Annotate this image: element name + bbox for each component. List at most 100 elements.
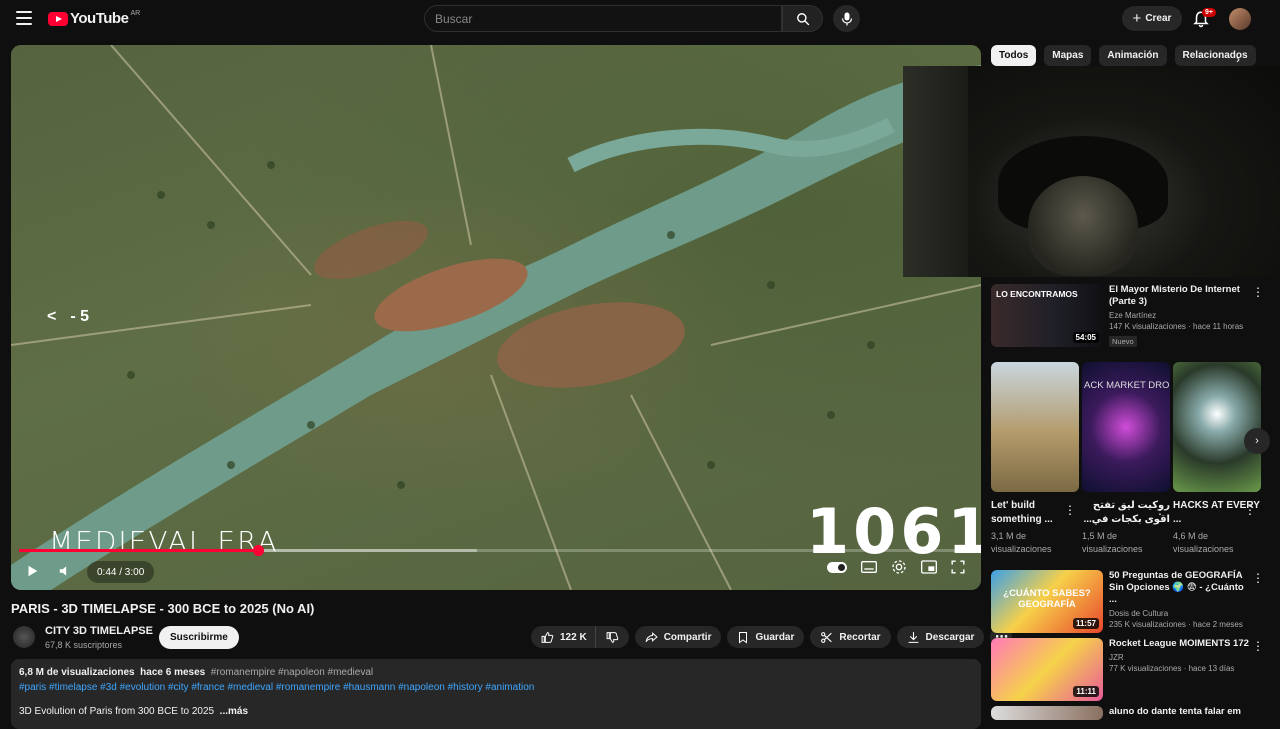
search-button[interactable] bbox=[782, 5, 823, 32]
webcam-overlay bbox=[903, 66, 1280, 277]
miniplayer-icon[interactable] bbox=[921, 560, 937, 574]
settings-gear-icon[interactable] bbox=[891, 559, 907, 575]
short-item[interactable]: HACKS AT EVERY ... 4,6 M de visualizacio… bbox=[1173, 362, 1261, 556]
clip-button[interactable]: Recortar bbox=[810, 626, 891, 648]
video-title: 50 Preguntas de GEOGRAFÍA Sin Opciones 🌍… bbox=[1109, 570, 1244, 605]
video-actions: 122 K Compartir Guardar Recortar Descarg… bbox=[531, 626, 1013, 648]
chevron-right-icon: › bbox=[1255, 435, 1259, 447]
video-duration: 11:57 bbox=[1072, 618, 1099, 629]
autoplay-toggle[interactable] bbox=[827, 561, 847, 573]
thumbnail-text: ¿CUÁNTO SABES? GEOGRAFÍA bbox=[1003, 588, 1091, 610]
seek-back-indicator: < - 5 bbox=[47, 308, 89, 326]
short-views: 4,6 M de visualizaciones bbox=[1173, 531, 1234, 554]
video-thumbnail: 11:11 bbox=[991, 638, 1103, 701]
shorts-shelf: Let' build something ... 3,1 M de visual… bbox=[991, 362, 1261, 556]
recommended-video[interactable]: LO ENCONTRAMOS 54:05 El Mayor Misterio D… bbox=[991, 284, 1249, 349]
recommended-video[interactable]: aluno do dante tenta falar em bbox=[991, 706, 1249, 720]
channel-name: Dosis de Cultura bbox=[1109, 609, 1169, 618]
voice-search-button[interactable] bbox=[833, 5, 860, 32]
short-item[interactable]: Let' build something ... 3,1 M de visual… bbox=[991, 362, 1079, 556]
more-options-icon[interactable]: ⋮ bbox=[1252, 639, 1264, 653]
chip-all[interactable]: Todos bbox=[991, 45, 1037, 66]
short-thumbnail bbox=[991, 362, 1079, 492]
more-options-icon[interactable]: ⋮ bbox=[1154, 503, 1166, 517]
mute-button[interactable] bbox=[57, 564, 73, 578]
clip-label: Recortar bbox=[839, 631, 881, 643]
description-box[interactable]: 6,8 M de visualizaciones hace 6 meses #r… bbox=[11, 659, 981, 729]
inline-tags[interactable]: #romanempire #napoleon #medieval bbox=[211, 667, 373, 678]
more-options-icon[interactable]: ⋮ bbox=[1244, 503, 1256, 517]
recommended-video[interactable]: 11:11 Rocket League MOIMENTS 172 JZR 77 … bbox=[991, 638, 1249, 701]
upload-age: hace 6 meses bbox=[140, 667, 206, 678]
share-button[interactable]: Compartir bbox=[634, 626, 722, 648]
account-avatar[interactable] bbox=[1229, 8, 1251, 30]
scrubber-knob[interactable] bbox=[252, 545, 264, 556]
more-options-icon[interactable]: ⋮ bbox=[1252, 571, 1264, 585]
create-label: Crear bbox=[1145, 13, 1172, 24]
show-more-link[interactable]: ...más bbox=[220, 706, 248, 717]
like-count: 122 K bbox=[560, 631, 587, 643]
subscriber-count: 67,8 K suscriptores bbox=[45, 640, 123, 650]
like-button[interactable]: 122 K bbox=[531, 626, 595, 648]
short-views: 3,1 M de visualizaciones bbox=[991, 531, 1052, 554]
played-bar bbox=[19, 549, 258, 552]
youtube-logo[interactable]: YouTube AR bbox=[48, 10, 140, 27]
search-icon bbox=[796, 12, 809, 25]
webcam-person-face bbox=[1028, 176, 1138, 276]
related-filter-chips: Todos Mapas Animación Relacionados bbox=[991, 45, 1256, 66]
download-button[interactable]: Descargar bbox=[896, 626, 985, 648]
plus-icon: + bbox=[1132, 10, 1142, 27]
chevron-left-icon: < bbox=[47, 308, 57, 325]
video-duration: 11:11 bbox=[1073, 686, 1099, 697]
country-code: AR bbox=[130, 10, 141, 17]
video-duration: 54:05 bbox=[1072, 332, 1099, 343]
description-meta: 6,8 M de visualizaciones hace 6 meses #r… bbox=[19, 667, 973, 678]
logo-text: YouTube bbox=[70, 10, 129, 27]
volume-icon bbox=[59, 566, 67, 576]
thumbs-up-icon bbox=[541, 631, 554, 643]
channel-name: Eze Martínez bbox=[1109, 311, 1157, 320]
share-label: Compartir bbox=[663, 631, 712, 643]
shorts-next-button[interactable]: › bbox=[1244, 428, 1270, 454]
webcam-background bbox=[903, 66, 968, 277]
description-hashtags[interactable]: #paris #timelapse #3d #evolution #city #… bbox=[19, 682, 973, 693]
chevron-right-icon[interactable]: › bbox=[1236, 52, 1240, 66]
chip-related[interactable]: Relacionados bbox=[1174, 45, 1256, 66]
recommended-video[interactable]: ¿CUÁNTO SABES? GEOGRAFÍA 11:57 50 Pregun… bbox=[991, 570, 1249, 633]
thumbs-down-icon bbox=[606, 631, 618, 643]
more-options-icon[interactable]: ⋮ bbox=[1064, 503, 1076, 517]
short-thumbnail bbox=[1173, 362, 1261, 492]
top-bar: YouTube AR Buscar + Crear 9+ bbox=[0, 0, 1280, 38]
description-snippet-row: 3D Evolution of Paris from 300 BCE to 20… bbox=[19, 706, 973, 717]
chip-animation[interactable]: Animación bbox=[1099, 45, 1167, 66]
progress-bar[interactable] bbox=[19, 545, 973, 556]
time-text: 0:44 / 3:00 bbox=[97, 566, 145, 578]
menu-icon[interactable] bbox=[16, 11, 32, 25]
view-count: 6,8 M de visualizaciones bbox=[19, 667, 135, 678]
player-right-controls bbox=[827, 559, 965, 575]
channel-avatar[interactable] bbox=[13, 626, 35, 648]
time-display: 0:44 / 3:00 bbox=[87, 561, 155, 583]
video-title: El Mayor Misterio De Internet (Parte 3) bbox=[1109, 284, 1240, 307]
fullscreen-icon[interactable] bbox=[951, 560, 965, 574]
video-meta: 147 K visualizaciones · hace 11 horas bbox=[1109, 322, 1244, 331]
short-views: 1,5 M de visualizaciones bbox=[1082, 531, 1143, 554]
chip-maps[interactable]: Mapas bbox=[1044, 45, 1092, 66]
search-input[interactable]: Buscar bbox=[424, 5, 782, 32]
seek-back-label: - 5 bbox=[70, 308, 90, 325]
short-item[interactable]: ACK MARKET DRO روكيت ليق تفتح اقوى بكجات… bbox=[1082, 362, 1170, 556]
channel-name[interactable]: CITY 3D TIMELAPSE bbox=[45, 625, 153, 637]
subtitles-icon[interactable] bbox=[861, 561, 877, 573]
create-button[interactable]: + Crear bbox=[1122, 6, 1182, 31]
save-button[interactable]: Guardar bbox=[727, 626, 805, 648]
bookmark-icon bbox=[739, 631, 748, 643]
video-player[interactable]: < - 5 MEDIEVAL ERA 1061 0:44 / 3:00 bbox=[11, 45, 981, 590]
more-options-icon[interactable]: ⋮ bbox=[1252, 285, 1264, 299]
play-button[interactable] bbox=[25, 564, 39, 578]
dislike-button[interactable] bbox=[594, 626, 629, 648]
share-icon bbox=[645, 631, 658, 642]
subscribe-button[interactable]: Suscribirme bbox=[159, 626, 239, 649]
download-icon bbox=[908, 631, 918, 643]
search-placeholder: Buscar bbox=[435, 11, 473, 26]
era-caption: MEDIEVAL ERA bbox=[49, 525, 279, 558]
